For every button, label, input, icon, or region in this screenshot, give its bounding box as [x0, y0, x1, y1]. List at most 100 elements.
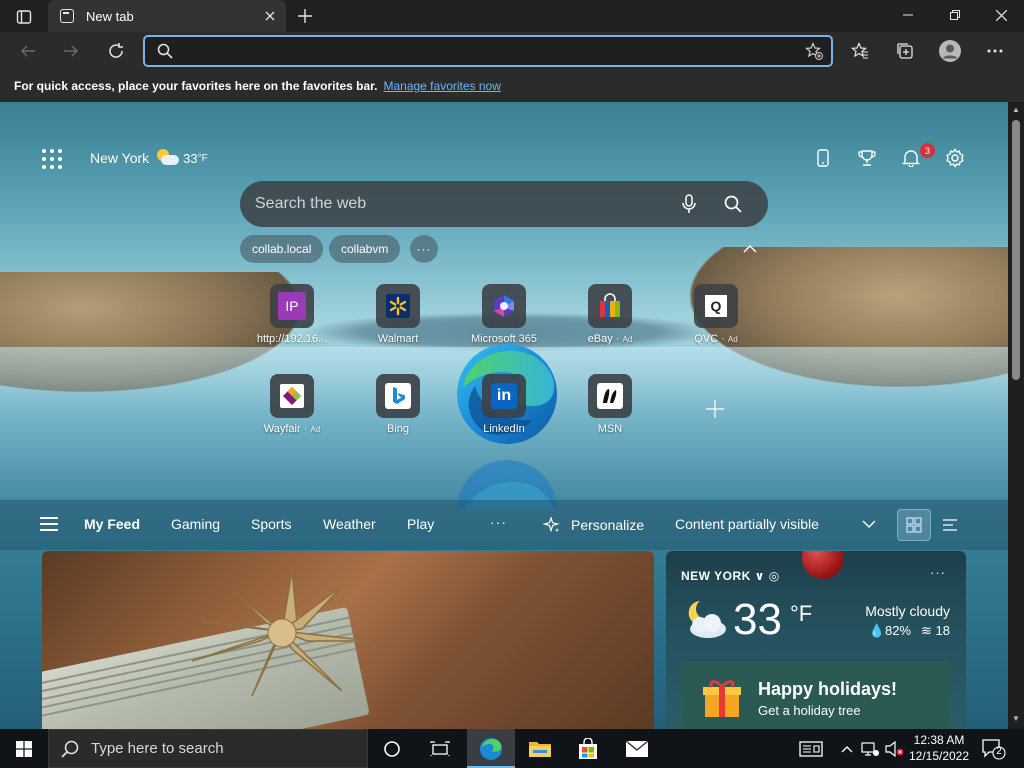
taskbar-file-explorer[interactable] — [516, 729, 564, 768]
tile-ip[interactable]: IP http://192.16... — [252, 284, 332, 345]
taskbar-search-placeholder: Type here to search — [91, 740, 224, 757]
profile-avatar-icon — [939, 40, 961, 62]
feed-more-button[interactable]: ··· — [490, 514, 507, 530]
tile-microsoft365[interactable]: Microsoft 365 — [464, 284, 544, 345]
tile-label: LinkedIn — [483, 423, 525, 435]
folder-icon — [529, 741, 551, 757]
scrollbar-thumb[interactable] — [1012, 120, 1020, 380]
page-settings-button[interactable] — [942, 145, 968, 171]
hamburger-menu-icon[interactable] — [40, 517, 58, 531]
tile-qvc[interactable]: Q QVC · Ad — [676, 284, 756, 345]
taskbar-store[interactable] — [564, 729, 612, 768]
favorites-button[interactable] — [845, 36, 875, 66]
weather-card-unit: °F — [790, 601, 813, 626]
humidity: 💧82% — [868, 623, 911, 638]
tile-msn[interactable]: MSN — [570, 374, 650, 435]
grid-view-button[interactable] — [897, 509, 931, 541]
toolbar — [0, 32, 1024, 70]
list-view-button[interactable] — [933, 509, 967, 541]
address-bar[interactable] — [143, 35, 833, 67]
page-scrollbar[interactable]: ▲ ▼ — [1008, 102, 1024, 729]
ip-tile-glyph: IP — [278, 292, 306, 320]
refresh-button[interactable] — [101, 36, 131, 66]
back-arrow-icon — [21, 45, 35, 57]
web-search-submit-button[interactable] — [718, 189, 748, 219]
tile-linkedin[interactable]: in LinkedIn — [464, 374, 544, 435]
favorites-bar: For quick access, place your favorites h… — [0, 70, 1024, 102]
tab-title: New tab — [86, 8, 134, 24]
add-shortcut-button[interactable] — [704, 400, 726, 422]
app-launcher-button[interactable] — [40, 147, 64, 171]
chevron-down-icon[interactable] — [862, 519, 876, 529]
scroll-up-arrow-icon[interactable]: ▲ — [1011, 105, 1021, 115]
news-and-interests-icon[interactable] — [798, 739, 824, 759]
add-favorite-icon[interactable] — [805, 42, 823, 60]
droplet-icon: 💧 — [868, 623, 885, 638]
windows-taskbar: Type here to search 12:38 AM 12/15/2022 … — [0, 729, 1024, 768]
tile-wayfair[interactable]: Wayfair · Ad — [252, 374, 332, 435]
weather-card-more-button[interactable]: ··· — [930, 565, 946, 580]
weather-chip[interactable]: New York 33 °F — [90, 147, 208, 169]
bell-icon — [902, 150, 920, 167]
taskbar-mail[interactable] — [613, 729, 661, 768]
tile-ebay[interactable]: eBay · Ad — [570, 284, 650, 345]
web-search-placeholder[interactable]: Search the web — [255, 195, 674, 213]
personalize-button[interactable]: Personalize — [543, 514, 644, 536]
feed-tab-sports[interactable]: Sports — [251, 516, 291, 532]
rewards-button[interactable] — [854, 145, 880, 171]
manage-favorites-link[interactable]: Manage favorites now — [383, 79, 500, 93]
web-search-box[interactable]: Search the web — [240, 181, 768, 227]
weather-card[interactable]: NEW YORK ∨ ◎ ··· 33 °F Mostly cloudy 💧82… — [666, 551, 966, 729]
weather-unit: °F — [197, 152, 208, 164]
system-clock[interactable]: 12:38 AM 12/15/2022 — [905, 732, 973, 764]
close-window-button[interactable] — [978, 0, 1024, 30]
tab-actions-button[interactable] — [8, 5, 40, 29]
favorites-hint: For quick access, place your favorites h… — [14, 79, 378, 93]
settings-more-button[interactable] — [980, 36, 1010, 66]
chevron-up-icon[interactable] — [742, 244, 758, 254]
phone-button[interactable] — [810, 145, 836, 171]
microphone-icon — [682, 194, 696, 213]
minimize-button[interactable] — [885, 0, 931, 30]
volume-muted-icon[interactable] — [884, 739, 904, 759]
weather-card-location[interactable]: NEW YORK ∨ ◎ — [681, 569, 780, 583]
refresh-icon — [109, 43, 123, 58]
tile-bing[interactable]: Bing — [358, 374, 438, 435]
cortana-button[interactable] — [368, 729, 416, 768]
scroll-down-arrow-icon[interactable]: ▼ — [1011, 714, 1021, 724]
new-tab-page: New York 33 °F 3 Search the web collab.lo… — [0, 102, 1008, 729]
profile-button[interactable] — [935, 36, 965, 66]
back-button[interactable] — [13, 36, 43, 66]
taskbar-search-box[interactable]: Type here to search — [48, 729, 368, 768]
task-view-button[interactable] — [416, 729, 464, 768]
start-button[interactable] — [0, 729, 48, 768]
restore-button[interactable] — [932, 0, 978, 30]
quick-links-more-button[interactable]: ··· — [410, 235, 438, 263]
holiday-promo[interactable]: Happy holidays! Get a holiday tree — [682, 661, 950, 729]
hero-news-card[interactable] — [42, 551, 654, 729]
action-center-button[interactable]: 2 — [980, 737, 1008, 761]
tile-label: QVC · Ad — [694, 333, 738, 345]
quick-link-pill[interactable]: collabvm — [329, 235, 401, 263]
collections-button[interactable] — [890, 36, 920, 66]
feed-tab-my-feed[interactable]: My Feed — [84, 516, 140, 532]
taskbar-edge[interactable] — [467, 729, 515, 768]
content-visibility-label[interactable]: Content partially visible — [675, 516, 819, 532]
title-bar: New tab — [0, 0, 1024, 32]
feed-tab-weather[interactable]: Weather — [323, 516, 376, 532]
edge-icon — [480, 737, 502, 760]
new-tab-button[interactable] — [292, 4, 318, 28]
weather-city: New York — [90, 150, 150, 166]
tile-walmart[interactable]: Walmart — [358, 284, 438, 345]
network-icon[interactable] — [860, 739, 880, 759]
quick-link-pill[interactable]: collab.local — [240, 235, 324, 263]
feed-tab-gaming[interactable]: Gaming — [171, 516, 220, 532]
show-hidden-icons-chevron-up-icon[interactable] — [837, 739, 857, 759]
address-input[interactable] — [183, 41, 783, 61]
forward-button[interactable] — [56, 36, 86, 66]
feed-tab-play[interactable]: Play — [407, 516, 434, 532]
list-view-icon — [943, 519, 957, 531]
tab-new-tab[interactable]: New tab — [48, 0, 286, 32]
voice-search-button[interactable] — [674, 189, 704, 219]
tab-close-button[interactable] — [258, 4, 282, 28]
